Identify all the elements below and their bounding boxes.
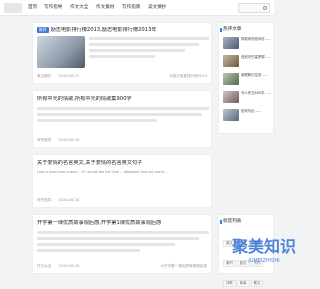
nav-item-writing-guide[interactable]: 写作指导 xyxy=(44,4,62,12)
nav-item-home[interactable]: 首页 xyxy=(28,4,37,12)
hot-article-thumbnail[interactable] xyxy=(223,91,239,103)
category-label[interactable]: 美文摘抄 xyxy=(37,74,51,78)
hot-article-thumbnail[interactable] xyxy=(223,37,239,49)
site-watermark-logo: 聚美知识 JUMEIZHISHI xyxy=(228,228,300,268)
article-title[interactable]: 开学第一课优质故事观后感,开学第1课优质故事观后感 xyxy=(37,220,209,227)
category-label[interactable]: 写作指导 xyxy=(37,198,51,202)
article-title[interactable]: 所有中元的情歌,所有中元的情歌集900字 xyxy=(37,96,209,103)
hot-article-thumbnail[interactable] xyxy=(223,73,239,85)
article-title[interactable]: 关于爱情的名言英文,关于爱情的名言英文句子 xyxy=(37,160,209,167)
article-card[interactable]: 所有中元的情歌,所有中元的情歌集900字 写作指导 2024-08-15 xyxy=(32,90,212,148)
hot-article-thumbnail[interactable] xyxy=(223,55,239,67)
tag-item[interactable]: 故事 xyxy=(237,280,250,287)
hot-article-item[interactable]: 写人作文600字…… xyxy=(223,91,273,105)
article-summary-lines xyxy=(89,37,209,61)
date-label: 2024-08-20 xyxy=(59,264,80,268)
hot-article-item[interactable]: 带着你的信仰去…… xyxy=(223,37,273,51)
article-meta: 写作指导 2024-08-15 xyxy=(37,137,207,143)
article-meta: 写作指导 2024-08-18 xyxy=(37,197,207,203)
category-label[interactable]: 作文大全 xyxy=(37,264,51,268)
article-summary-lines xyxy=(37,107,209,125)
tags-title: 标签列表 xyxy=(223,219,241,225)
watermark-subtext: JUMEIZHISHI xyxy=(247,258,279,264)
hot-article-item[interactable]: 如何写出…… xyxy=(223,109,273,123)
tag-item[interactable]: 诗歌 xyxy=(223,280,236,287)
article-card[interactable]: 关于爱情的名言英文,关于爱情的名言英文句子 Love is more than … xyxy=(32,154,212,208)
date-label: 2024-08-18 xyxy=(59,198,80,202)
hot-article-title[interactable]: 如何写出…… xyxy=(241,109,273,118)
top-nav: 首页 写作指导 作文大全 作文素材 写作指南 美文摘抄 xyxy=(0,0,274,16)
article-thumbnail[interactable] xyxy=(37,36,85,68)
search-icon[interactable] xyxy=(263,6,267,10)
keyword-tag[interactable]: #励志电影排行榜2013 xyxy=(170,73,207,79)
nav-item-composition[interactable]: 作文大全 xyxy=(70,4,88,12)
article-card[interactable]: 推荐励志电影排行榜2013,励志电影排行榜2013年 美文摘抄 2024-08-… xyxy=(32,22,212,84)
hot-article-title[interactable]: 写人作文600字…… xyxy=(241,91,273,100)
hot-article-item[interactable]: 用眼睛记住的…… xyxy=(223,73,273,87)
article-title[interactable]: 推荐励志电影排行榜2013,励志电影排行榜2013年 xyxy=(37,27,209,34)
article-summary-lines xyxy=(37,231,209,255)
article-meta: 美文摘抄 2024-08-27 #励志电影排行榜2013 xyxy=(37,73,207,79)
hot-article-title[interactable]: 用眼睛记住的…… xyxy=(241,73,273,82)
date-label: 2024-08-27 xyxy=(59,74,80,78)
nav-item-material[interactable]: 作文素材 xyxy=(96,4,114,12)
article-meta: 作文大全 2024-08-20 #开学第一课优质故事观后感 xyxy=(37,263,207,269)
watermark-text: 聚美知识 xyxy=(231,237,296,256)
article-card[interactable]: 开学第一课优质故事观后感,开学第1课优质故事观后感 作文大全 2024-08-2… xyxy=(32,214,212,274)
nav-item-essays[interactable]: 美文摘抄 xyxy=(148,4,166,12)
search-input[interactable] xyxy=(238,3,270,13)
hot-article-title[interactable]: 带着你的信仰去…… xyxy=(241,37,273,46)
hot-articles-title: 热评文章 xyxy=(223,27,241,33)
hot-article-thumbnail[interactable] xyxy=(223,109,239,121)
nav-item-guide[interactable]: 写作指南 xyxy=(122,4,140,12)
hot-article-item[interactable]: 西班牙巴塞罗那…… xyxy=(223,55,273,69)
article-summary: Love is more than a word ... If I do not… xyxy=(37,170,209,188)
recommend-badge: 推荐 xyxy=(37,27,49,33)
category-label[interactable]: 写作指导 xyxy=(37,138,51,142)
hot-articles-panel: 热评文章 带着你的信仰去…… 西班牙巴塞罗那…… 用眼睛记住的…… 写人作文60… xyxy=(218,22,274,134)
hot-article-title[interactable]: 西班牙巴塞罗那…… xyxy=(241,55,273,64)
tag-item[interactable]: 散文 xyxy=(251,280,264,287)
site-logo[interactable] xyxy=(4,3,22,13)
date-label: 2024-08-15 xyxy=(59,138,80,142)
keyword-tag[interactable]: #开学第一课优质故事观后感 xyxy=(161,263,207,269)
